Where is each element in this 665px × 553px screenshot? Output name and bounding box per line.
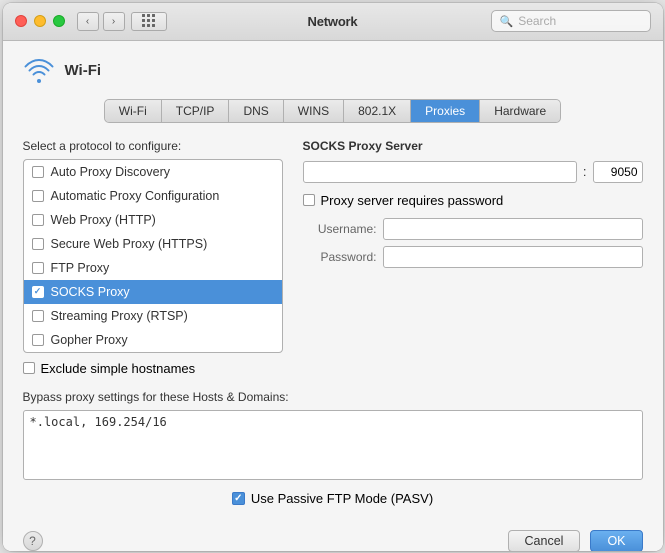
protocol-checkbox-automatic-proxy[interactable]: [32, 190, 44, 202]
protocol-item-web-proxy[interactable]: Web Proxy (HTTP): [24, 208, 282, 232]
protocol-item-socks-proxy[interactable]: SOCKS Proxy: [24, 280, 282, 304]
protocol-checkbox-ftp-proxy[interactable]: [32, 262, 44, 274]
full-content: Wi-Fi Wi-Fi TCP/IP DNS WINS 802.1X Proxi…: [23, 55, 643, 506]
protocol-item-gopher-proxy[interactable]: Gopher Proxy: [24, 328, 282, 352]
tab-wifi[interactable]: Wi-Fi: [105, 100, 162, 122]
tab-hardware[interactable]: Hardware: [480, 100, 560, 122]
traffic-lights: [15, 15, 65, 27]
exclude-checkbox[interactable]: [23, 362, 35, 374]
minimize-button[interactable]: [34, 15, 46, 27]
protocol-label-secure-web-proxy: Secure Web Proxy (HTTPS): [51, 237, 208, 251]
wifi-icon: [23, 55, 55, 87]
maximize-button[interactable]: [53, 15, 65, 27]
require-password-checkbox[interactable]: [303, 194, 315, 206]
pasv-row: Use Passive FTP Mode (PASV): [23, 491, 643, 506]
back-button[interactable]: ‹: [77, 12, 99, 31]
ok-button[interactable]: OK: [590, 530, 642, 551]
server-row: :: [303, 161, 643, 183]
grid-icon: [142, 14, 156, 28]
exclude-row: Exclude simple hostnames: [23, 361, 283, 376]
protocol-label-ftp-proxy: FTP Proxy: [51, 261, 110, 275]
protocol-item-auto-proxy[interactable]: Auto Proxy Discovery: [24, 160, 282, 184]
help-button[interactable]: ?: [23, 531, 43, 551]
tab-wins[interactable]: WINS: [284, 100, 344, 122]
footer-buttons: Cancel OK: [508, 530, 643, 551]
left-panel: Select a protocol to configure: Auto Pro…: [23, 139, 283, 376]
protocol-checkbox-gopher-proxy[interactable]: [32, 334, 44, 346]
password-label: Password:: [303, 250, 383, 264]
tab-8021x[interactable]: 802.1X: [344, 100, 411, 122]
main-panel: Select a protocol to configure: Auto Pro…: [23, 139, 643, 376]
port-separator: :: [583, 164, 587, 179]
protocol-label-streaming-proxy: Streaming Proxy (RTSP): [51, 309, 188, 323]
app-switcher-button[interactable]: [131, 12, 167, 31]
bypass-textarea[interactable]: *.local, 169.254/16: [23, 410, 643, 480]
protocol-label-automatic-proxy: Automatic Proxy Configuration: [51, 189, 220, 203]
protocol-item-streaming-proxy[interactable]: Streaming Proxy (RTSP): [24, 304, 282, 328]
tab-proxies[interactable]: Proxies: [411, 100, 480, 122]
protocol-label-web-proxy: Web Proxy (HTTP): [51, 213, 156, 227]
wifi-header: Wi-Fi: [23, 55, 643, 87]
socks-proxy-title: SOCKS Proxy Server: [303, 139, 643, 153]
nav-buttons: ‹ ›: [77, 12, 125, 31]
tab-dns[interactable]: DNS: [229, 100, 283, 122]
close-button[interactable]: [15, 15, 27, 27]
pasv-checkbox[interactable]: [232, 492, 245, 505]
port-input[interactable]: [593, 161, 643, 183]
username-label: Username:: [303, 222, 383, 236]
protocol-label-socks-proxy: SOCKS Proxy: [51, 285, 130, 299]
server-input[interactable]: [303, 161, 577, 183]
pasv-label: Use Passive FTP Mode (PASV): [251, 491, 433, 506]
username-input[interactable]: [383, 218, 643, 240]
right-panel: SOCKS Proxy Server : Proxy server requir…: [303, 139, 643, 376]
username-row: Username:: [303, 218, 643, 240]
search-placeholder: Search: [518, 14, 556, 28]
password-row-form: Password:: [303, 246, 643, 268]
titlebar: ‹ › Network 🔍 Search: [3, 3, 663, 41]
protocol-checkbox-secure-web-proxy[interactable]: [32, 238, 44, 250]
bypass-section: Bypass proxy settings for these Hosts & …: [23, 390, 643, 506]
cancel-button[interactable]: Cancel: [508, 530, 581, 551]
require-password-label: Proxy server requires password: [321, 193, 504, 208]
forward-button[interactable]: ›: [103, 12, 125, 31]
protocol-label-gopher-proxy: Gopher Proxy: [51, 333, 128, 347]
window: ‹ › Network 🔍 Search: [3, 3, 663, 551]
require-password-row: Proxy server requires password: [303, 193, 643, 208]
protocol-item-automatic-proxy[interactable]: Automatic Proxy Configuration: [24, 184, 282, 208]
protocol-list: Auto Proxy Discovery Automatic Proxy Con…: [23, 159, 283, 353]
password-input[interactable]: [383, 246, 643, 268]
protocol-label-auto-proxy: Auto Proxy Discovery: [51, 165, 170, 179]
protocol-item-ftp-proxy[interactable]: FTP Proxy: [24, 256, 282, 280]
protocol-checkbox-web-proxy[interactable]: [32, 214, 44, 226]
protocol-section-label: Select a protocol to configure:: [23, 139, 283, 153]
protocol-item-secure-web-proxy[interactable]: Secure Web Proxy (HTTPS): [24, 232, 282, 256]
search-box[interactable]: 🔍 Search: [491, 10, 651, 32]
wifi-label: Wi-Fi: [65, 62, 102, 79]
bypass-label: Bypass proxy settings for these Hosts & …: [23, 390, 643, 404]
content-area: Wi-Fi Wi-Fi TCP/IP DNS WINS 802.1X Proxi…: [3, 41, 663, 520]
tab-tcpip[interactable]: TCP/IP: [162, 100, 230, 122]
protocol-checkbox-auto-proxy[interactable]: [32, 166, 44, 178]
protocol-checkbox-streaming-proxy[interactable]: [32, 310, 44, 322]
exclude-label: Exclude simple hostnames: [41, 361, 196, 376]
tabs-bar: Wi-Fi TCP/IP DNS WINS 802.1X Proxies Har…: [104, 99, 561, 123]
protocol-checkbox-socks-proxy[interactable]: [32, 286, 44, 298]
footer: ? Cancel OK: [3, 520, 663, 551]
search-icon: 🔍: [500, 15, 514, 28]
window-title: Network: [308, 14, 358, 29]
